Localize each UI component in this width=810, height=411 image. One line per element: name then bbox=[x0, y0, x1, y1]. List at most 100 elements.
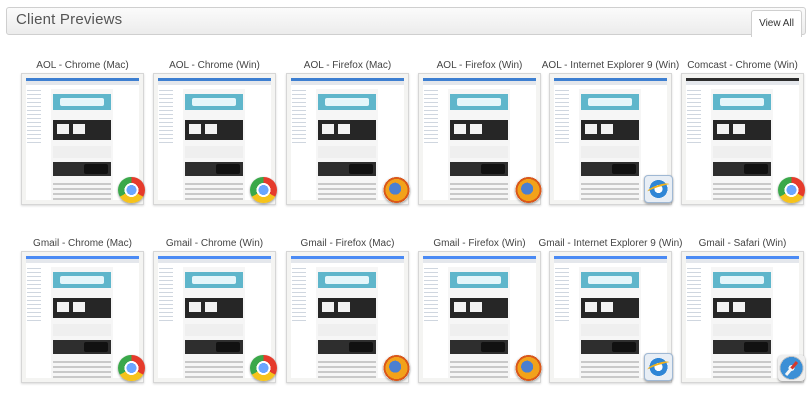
preview-thumbnail[interactable] bbox=[153, 73, 277, 205]
abc-block bbox=[189, 302, 201, 312]
text-line bbox=[713, 371, 771, 373]
dark-section bbox=[450, 120, 508, 140]
client-preview-card[interactable]: AOL - Firefox (Mac) bbox=[286, 60, 410, 223]
client-toolbar bbox=[158, 81, 271, 85]
sidebar-line bbox=[687, 114, 701, 115]
client-preview-card[interactable]: AOL - Chrome (Mac) bbox=[21, 60, 145, 223]
sidebar-line bbox=[292, 296, 306, 297]
client-label[interactable]: AOL - Chrome (Mac) bbox=[7, 60, 158, 71]
chrome-icon bbox=[778, 177, 805, 203]
client-preview-card[interactable]: AOL - Chrome (Win) bbox=[153, 60, 277, 223]
sidebar-line bbox=[27, 130, 41, 131]
client-preview-card[interactable]: Gmail - Chrome (Win) bbox=[153, 238, 277, 401]
abc-block bbox=[733, 302, 745, 312]
banner-text bbox=[457, 98, 501, 106]
text-line bbox=[318, 183, 376, 185]
text-line bbox=[450, 361, 508, 363]
hola-badge bbox=[744, 342, 768, 352]
sidebar-line bbox=[27, 126, 41, 127]
responsive-design-banner bbox=[185, 272, 243, 288]
client-label[interactable]: Gmail - Chrome (Win) bbox=[139, 238, 290, 249]
sidebar-line bbox=[159, 138, 173, 139]
text-rows bbox=[185, 180, 243, 200]
abc-block bbox=[57, 124, 69, 134]
sidebar-line bbox=[424, 316, 438, 317]
client-preview-card[interactable]: AOL - Internet Explorer 9 (Win) bbox=[542, 60, 679, 223]
preview-thumbnail[interactable] bbox=[418, 73, 542, 205]
dark-section bbox=[581, 120, 639, 140]
dark-section bbox=[450, 298, 508, 318]
preview-thumbnail[interactable] bbox=[681, 73, 805, 205]
sidebar-line bbox=[292, 284, 306, 285]
text-rows bbox=[713, 180, 771, 200]
client-label[interactable]: Comcast - Chrome (Win) bbox=[667, 60, 810, 71]
text-line bbox=[318, 366, 376, 368]
sidebar-line bbox=[159, 288, 173, 289]
text-line bbox=[53, 188, 111, 190]
preview-thumbnail[interactable] bbox=[418, 251, 542, 383]
bird-icons-row bbox=[713, 146, 771, 158]
client-preview-card[interactable]: AOL - Firefox (Win) bbox=[418, 60, 542, 223]
chrome-icon bbox=[118, 355, 145, 381]
client-label[interactable]: AOL - Chrome (Win) bbox=[139, 60, 290, 71]
sidebar-line bbox=[424, 118, 438, 119]
banner-text bbox=[720, 276, 764, 284]
client-label[interactable]: Gmail - Firefox (Win) bbox=[404, 238, 555, 249]
preview-thumbnail[interactable] bbox=[153, 251, 277, 383]
text-line bbox=[53, 371, 111, 373]
sidebar-line bbox=[292, 130, 306, 131]
preview-thumbnail[interactable] bbox=[681, 251, 805, 383]
sidebar-line bbox=[292, 114, 306, 115]
client-label[interactable]: AOL - Firefox (Win) bbox=[404, 60, 555, 71]
client-label[interactable]: AOL - Internet Explorer 9 (Win) bbox=[535, 60, 686, 71]
client-preview-card[interactable]: Gmail - Internet Explorer 9 (Win) bbox=[539, 238, 682, 401]
preview-thumbnail[interactable] bbox=[21, 251, 145, 383]
client-label[interactable]: Gmail - Internet Explorer 9 (Win) bbox=[535, 238, 686, 249]
client-ad-panel bbox=[389, 87, 403, 137]
sidebar-line bbox=[424, 94, 438, 95]
abc-block bbox=[205, 302, 217, 312]
banner-text bbox=[192, 98, 236, 106]
client-preview-card[interactable]: Gmail - Firefox (Mac) bbox=[286, 238, 410, 401]
client-label[interactable]: Gmail - Safari (Win) bbox=[667, 238, 810, 249]
abc-block bbox=[57, 302, 69, 312]
sidebar-line bbox=[687, 296, 701, 297]
sidebar-line bbox=[27, 118, 41, 119]
banner-text bbox=[457, 276, 501, 284]
text-line bbox=[318, 376, 376, 378]
client-label[interactable]: Gmail - Firefox (Mac) bbox=[272, 238, 423, 249]
sidebar-line bbox=[159, 110, 173, 111]
sidebar-line bbox=[687, 122, 701, 123]
preview-thumbnail[interactable] bbox=[549, 73, 673, 205]
client-sidebar bbox=[27, 87, 41, 197]
client-toolbar bbox=[291, 259, 404, 263]
sidebar-line bbox=[159, 320, 173, 321]
client-sidebar bbox=[424, 265, 438, 375]
sidebar-line bbox=[555, 284, 569, 285]
bird-icons-row bbox=[185, 146, 243, 158]
client-preview-card[interactable]: Gmail - Chrome (Mac) bbox=[21, 238, 145, 401]
client-label[interactable]: Gmail - Chrome (Mac) bbox=[7, 238, 158, 249]
client-preview-card[interactable]: Gmail - Firefox (Win) bbox=[418, 238, 542, 401]
sidebar-line bbox=[424, 304, 438, 305]
sidebar-line bbox=[292, 272, 306, 273]
client-label[interactable]: AOL - Firefox (Mac) bbox=[272, 60, 423, 71]
abc-block bbox=[73, 124, 85, 134]
sidebar-line bbox=[424, 292, 438, 293]
sidebar-line bbox=[555, 304, 569, 305]
dark-section bbox=[581, 298, 639, 318]
client-preview-card[interactable]: Comcast - Chrome (Win) bbox=[681, 60, 805, 223]
text-line bbox=[185, 376, 243, 378]
text-line bbox=[185, 371, 243, 373]
preview-thumbnail[interactable] bbox=[286, 73, 410, 205]
dark-section bbox=[53, 298, 111, 318]
internet-explorer-icon bbox=[644, 353, 673, 381]
email-body bbox=[316, 267, 378, 378]
responsive-design-banner bbox=[318, 94, 376, 110]
chrome-icon bbox=[250, 355, 277, 381]
preview-thumbnail[interactable] bbox=[549, 251, 673, 383]
client-preview-card[interactable]: Gmail - Safari (Win) bbox=[681, 238, 805, 401]
preview-thumbnail[interactable] bbox=[21, 73, 145, 205]
preview-thumbnail[interactable] bbox=[286, 251, 410, 383]
sidebar-line bbox=[555, 272, 569, 273]
